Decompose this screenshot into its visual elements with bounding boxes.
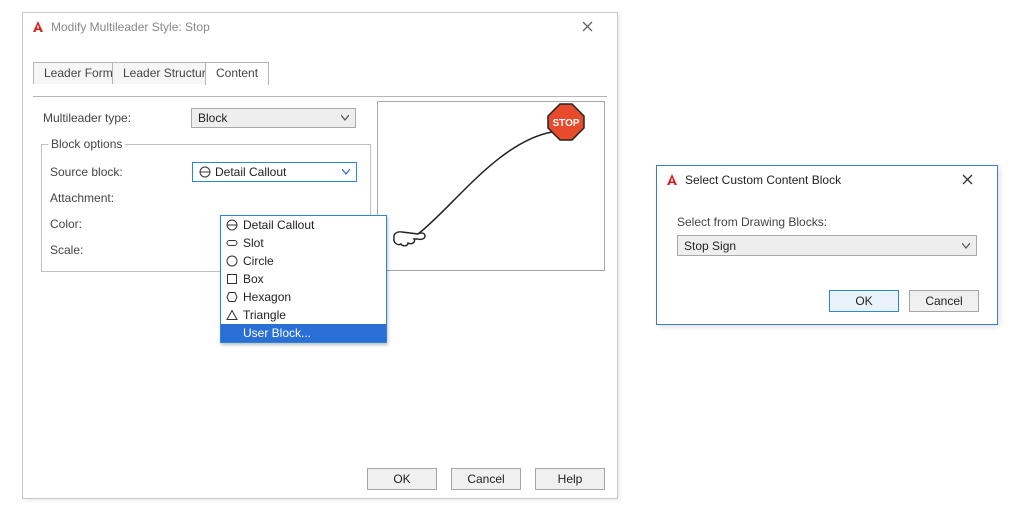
button-row: OK Cancel Help	[367, 468, 605, 490]
titlebar[interactable]: Select Custom Content Block	[657, 166, 997, 193]
dialog-title: Select Custom Content Block	[685, 173, 939, 187]
tab-row: Leader Format Leader Structure Content	[33, 62, 607, 85]
dialog-body: Select from Drawing Blocks: Stop Sign	[657, 193, 997, 256]
close-icon[interactable]	[945, 166, 989, 193]
titlebar[interactable]: Modify Multileader Style: Stop	[23, 13, 617, 40]
row-multileader-type: Multileader type: Block	[41, 105, 371, 131]
block-options-legend: Block options	[48, 137, 125, 151]
dropdown-item-label: User Block...	[243, 326, 311, 340]
detail-callout-icon	[225, 218, 239, 232]
dropdown-item-user-block[interactable]: User Block...	[221, 324, 386, 342]
box-icon	[225, 272, 239, 286]
dropdown-item-label: Detail Callout	[243, 218, 314, 232]
ok-button[interactable]: OK	[829, 290, 899, 312]
ok-button[interactable]: OK	[367, 468, 437, 490]
dropdown-item-label: Circle	[243, 254, 274, 268]
close-icon[interactable]	[565, 13, 609, 40]
multileader-type-combo[interactable]: Block	[191, 108, 356, 128]
help-button[interactable]: Help	[535, 468, 605, 490]
circle-icon	[225, 254, 239, 268]
button-row: OK Cancel	[829, 290, 979, 312]
dropdown-item-triangle[interactable]: Triangle	[221, 306, 386, 324]
dropdown-item-label: Triangle	[243, 308, 286, 322]
cancel-button[interactable]: Cancel	[451, 468, 521, 490]
dropdown-item-box[interactable]: Box	[221, 270, 386, 288]
hexagon-icon	[225, 290, 239, 304]
tab-content[interactable]: Content	[205, 62, 269, 85]
blank-icon	[225, 326, 239, 340]
dialog-title: Modify Multileader Style: Stop	[51, 20, 559, 34]
source-block-combo[interactable]: Detail Callout	[192, 162, 357, 182]
form-column: Multileader type: Block Block options So…	[41, 105, 371, 272]
detail-callout-icon	[199, 166, 211, 178]
source-block-label: Source block:	[48, 165, 192, 179]
multileader-type-value: Block	[198, 111, 227, 125]
drawing-blocks-value: Stop Sign	[684, 239, 736, 253]
dropdown-item-label: Slot	[243, 236, 264, 250]
modify-multileader-dialog: Modify Multileader Style: Stop Leader Fo…	[22, 12, 618, 499]
dropdown-item-detail-callout[interactable]: Detail Callout	[221, 216, 386, 234]
slot-icon	[225, 236, 239, 250]
cancel-button[interactable]: Cancel	[909, 290, 979, 312]
drawing-blocks-combo[interactable]: Stop Sign	[677, 235, 977, 256]
dropdown-item-label: Box	[243, 272, 264, 286]
app-icon	[31, 20, 45, 34]
dropdown-item-hexagon[interactable]: Hexagon	[221, 288, 386, 306]
triangle-icon	[225, 308, 239, 322]
preview-pane: STOP	[377, 101, 605, 271]
dropdown-item-label: Hexagon	[243, 290, 291, 304]
content-panel: Multileader type: Block Block options So…	[33, 97, 607, 458]
multileader-type-label: Multileader type:	[41, 111, 191, 125]
chevron-down-icon	[338, 111, 352, 125]
app-icon	[665, 173, 679, 187]
block-options-group: Block options Source block: Detail Callo…	[41, 137, 371, 272]
select-custom-block-dialog: Select Custom Content Block Select from …	[656, 165, 998, 325]
chevron-down-icon	[959, 239, 973, 253]
chevron-down-icon	[339, 165, 353, 179]
source-block-dropdown[interactable]: Detail Callout Slot Circle Box	[220, 215, 387, 343]
svg-text:STOP: STOP	[552, 118, 579, 129]
row-attachment: Attachment:	[48, 185, 364, 211]
color-label: Color:	[48, 217, 192, 231]
dropdown-item-slot[interactable]: Slot	[221, 234, 386, 252]
scale-label: Scale:	[48, 243, 192, 257]
source-block-value: Detail Callout	[215, 165, 286, 179]
preview-svg: STOP	[378, 102, 604, 270]
attachment-label: Attachment:	[48, 191, 192, 205]
dropdown-item-circle[interactable]: Circle	[221, 252, 386, 270]
select-prompt: Select from Drawing Blocks:	[677, 215, 977, 229]
row-source-block: Source block: Detail Callout	[48, 159, 364, 185]
